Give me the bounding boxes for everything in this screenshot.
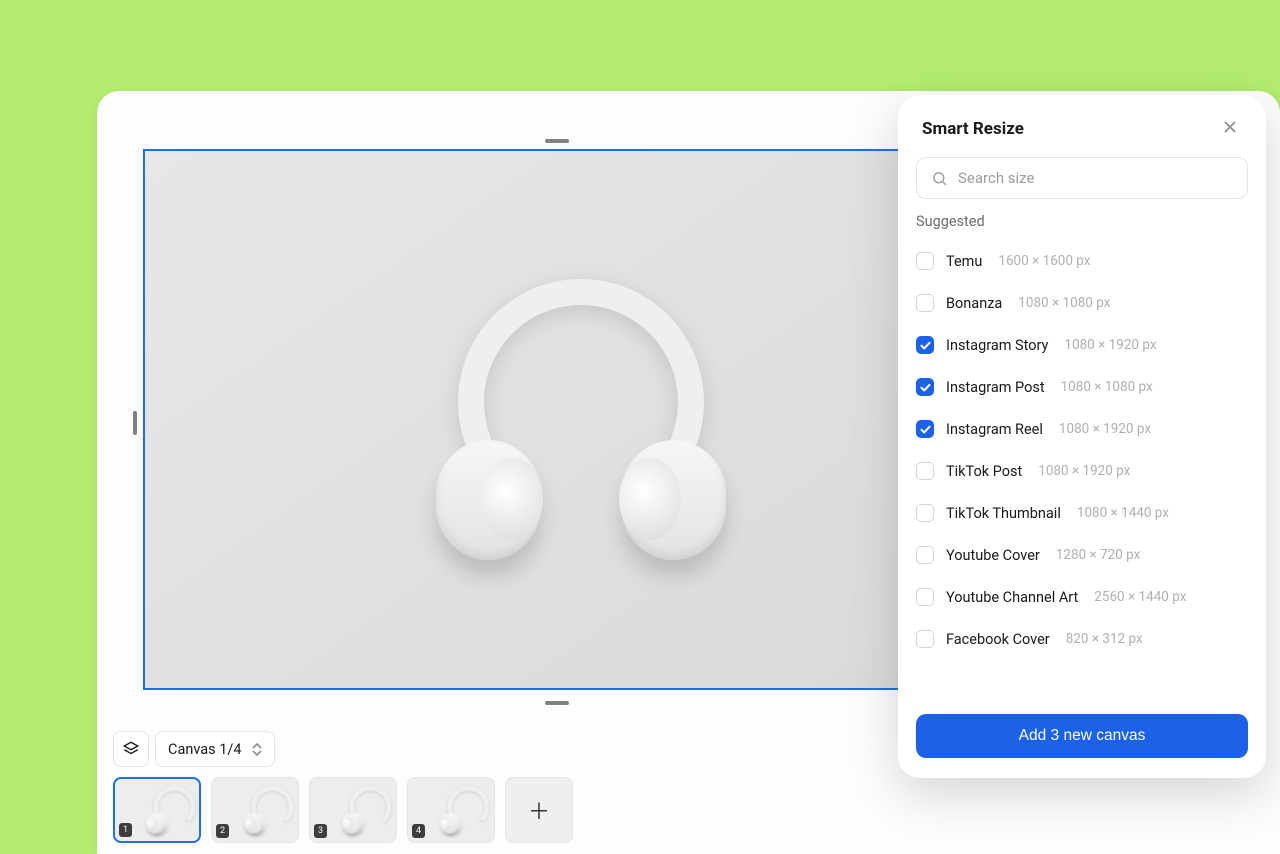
resize-handle-top[interactable] (545, 139, 569, 143)
size-dimensions: 2560 × 1440 px (1094, 589, 1186, 605)
panel-title: Smart Resize (922, 119, 1024, 139)
size-dimensions: 1080 × 1080 px (1061, 379, 1153, 395)
size-name: Bonanza (946, 295, 1002, 312)
size-dimensions: 1280 × 720 px (1056, 547, 1141, 563)
check-icon (920, 425, 931, 434)
canvas-dropdown[interactable]: Canvas 1/4 (155, 731, 275, 767)
canvas-thumb[interactable]: 4 (407, 777, 495, 843)
size-dimensions: 1080 × 1080 px (1018, 295, 1110, 311)
size-option[interactable]: Youtube Cover 1280 × 720 px (916, 534, 1260, 576)
checkbox[interactable] (916, 630, 934, 648)
size-dimensions: 1600 × 1600 px (998, 253, 1090, 269)
resize-handle-left[interactable] (133, 411, 137, 435)
add-canvas-cta[interactable]: Add 3 new canvas (916, 714, 1248, 758)
smart-resize-panel: Smart Resize Search size Suggested Temu 1… (898, 95, 1266, 778)
size-name: Instagram Reel (946, 421, 1043, 438)
section-label: Suggested (898, 213, 1266, 234)
size-name: TikTok Post (946, 463, 1022, 480)
check-icon (920, 383, 931, 392)
add-canvas-button[interactable]: ＋ (505, 777, 573, 843)
size-dimensions: 1080 × 1920 px (1038, 463, 1130, 479)
size-name: Instagram Post (946, 379, 1045, 396)
size-dimensions: 1080 × 1920 px (1059, 421, 1151, 437)
layers-button[interactable] (113, 731, 149, 767)
thumb-index: 3 (314, 824, 327, 838)
size-option[interactable]: Instagram Post 1080 × 1080 px (916, 366, 1260, 408)
search-placeholder: Search size (958, 169, 1034, 187)
close-button[interactable] (1218, 115, 1242, 143)
thumb-index: 2 (216, 824, 229, 838)
checkbox[interactable] (916, 378, 934, 396)
checkbox[interactable] (916, 252, 934, 270)
chevron-updown-icon (252, 743, 262, 756)
headphones-image (436, 275, 726, 565)
size-option[interactable]: TikTok Post 1080 × 1920 px (916, 450, 1260, 492)
checkbox[interactable] (916, 462, 934, 480)
plus-icon: ＋ (528, 794, 550, 826)
thumb-index: 4 (412, 824, 425, 838)
canvas-thumb[interactable]: 3 (309, 777, 397, 843)
size-option[interactable]: Youtube Channel Art 2560 × 1440 px (916, 576, 1260, 618)
search-input[interactable]: Search size (916, 157, 1248, 199)
search-icon (931, 170, 948, 187)
canvas-thumb[interactable]: 2 (211, 777, 299, 843)
check-icon (920, 341, 931, 350)
canvas-thumb[interactable]: 1 (113, 777, 201, 843)
size-name: Instagram Story (946, 337, 1048, 354)
canvas[interactable]: insMind (143, 149, 1019, 690)
size-name: Youtube Channel Art (946, 589, 1078, 606)
checkbox[interactable] (916, 588, 934, 606)
layers-icon (122, 740, 140, 758)
size-dimensions: 820 × 312 px (1066, 631, 1143, 647)
thumb-index: 1 (119, 823, 132, 837)
size-list: Temu1600 × 1600 pxBonanza1080 × 1080 pxI… (898, 234, 1266, 700)
size-name: Youtube Cover (946, 547, 1040, 564)
size-option[interactable]: Facebook Cover 820 × 312 px (916, 618, 1260, 660)
checkbox[interactable] (916, 546, 934, 564)
size-option[interactable]: TikTok Thumbnail 1080 × 1440 px (916, 492, 1260, 534)
size-name: Temu (946, 253, 982, 270)
size-option[interactable]: Instagram Reel 1080 × 1920 px (916, 408, 1260, 450)
size-option[interactable]: Bonanza 1080 × 1080 px (916, 282, 1260, 324)
size-name: TikTok Thumbnail (946, 505, 1061, 522)
size-option[interactable]: Instagram Story 1080 × 1920 px (916, 324, 1260, 366)
size-dimensions: 1080 × 1440 px (1077, 505, 1169, 521)
size-name: Facebook Cover (946, 631, 1050, 648)
canvas-thumbnails: 1 2 3 4 ＋ (113, 777, 573, 843)
size-dimensions: 1080 × 1920 px (1064, 337, 1156, 353)
checkbox[interactable] (916, 504, 934, 522)
checkbox[interactable] (916, 336, 934, 354)
close-icon (1222, 119, 1238, 135)
canvas-label: Canvas 1/4 (168, 741, 242, 758)
checkbox[interactable] (916, 294, 934, 312)
resize-handle-bottom[interactable] (545, 701, 569, 705)
checkbox[interactable] (916, 420, 934, 438)
size-option[interactable]: Temu 1600 × 1600 px (916, 240, 1260, 282)
